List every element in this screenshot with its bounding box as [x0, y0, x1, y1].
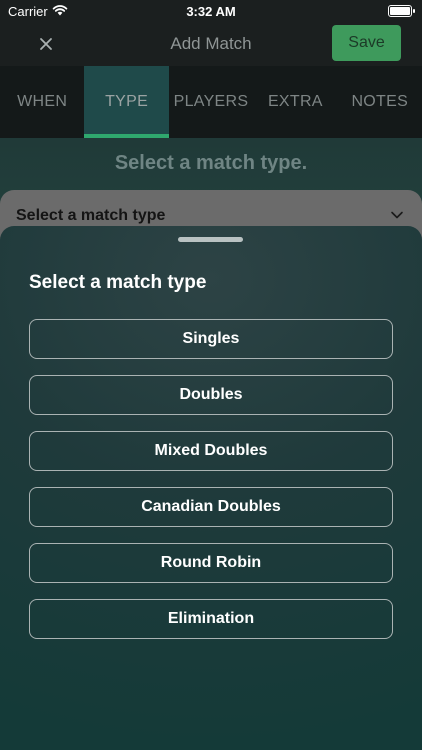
tab-notes[interactable]: NOTES	[338, 66, 422, 138]
option-round-robin-button[interactable]: Round Robin	[29, 543, 393, 583]
status-bar: Carrier 3:32 AM	[0, 0, 422, 24]
bottom-sheet: Select a match type Singles Doubles Mixe…	[0, 226, 422, 750]
tab-when[interactable]: WHEN	[0, 66, 84, 138]
option-mixed-doubles-button[interactable]: Mixed Doubles	[29, 431, 393, 471]
option-elimination-button[interactable]: Elimination	[29, 599, 393, 639]
save-button[interactable]: Save	[332, 25, 401, 61]
nav-bar: Add Match Save	[0, 24, 422, 66]
status-time: 3:32 AM	[186, 4, 236, 19]
sheet-title: Select a match type	[29, 272, 207, 293]
tab-extra[interactable]: EXTRA	[253, 66, 337, 138]
tab-bar: WHEN TYPE PLAYERS EXTRA NOTES	[0, 66, 422, 138]
sheet-handle[interactable]	[178, 237, 243, 242]
select-label: Select a match type	[16, 207, 166, 224]
option-canadian-doubles-button[interactable]: Canadian Doubles	[29, 487, 393, 527]
page-subtitle: Select a match type.	[114, 152, 308, 174]
battery-icon	[388, 5, 415, 17]
tab-type[interactable]: TYPE	[84, 66, 169, 138]
chevron-down-icon	[391, 211, 403, 219]
tab-players[interactable]: PLAYERS	[169, 66, 253, 138]
option-doubles-button[interactable]: Doubles	[29, 375, 393, 415]
option-singles-button[interactable]: Singles	[29, 319, 393, 359]
